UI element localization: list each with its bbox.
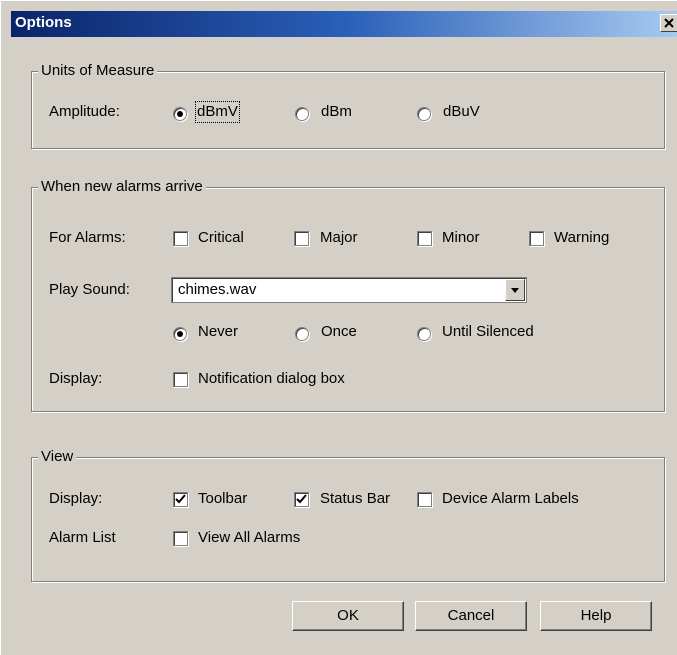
dialog-title: Options xyxy=(15,14,72,31)
view-group-label: View xyxy=(38,448,77,466)
checkbox-major-label[interactable]: Major xyxy=(320,229,358,247)
help-button[interactable]: Help xyxy=(540,601,652,631)
radio-dbmv[interactable] xyxy=(173,107,187,121)
checkbox-notification-label[interactable]: Notification dialog box xyxy=(198,370,345,388)
checkbox-critical-label[interactable]: Critical xyxy=(198,229,244,247)
checkmark-icon xyxy=(296,494,307,504)
radio-once[interactable] xyxy=(295,327,309,341)
checkbox-view-all-alarms[interactable] xyxy=(173,531,188,546)
checkbox-device-alarm-labels[interactable] xyxy=(417,492,432,507)
amplitude-label: Amplitude: xyxy=(49,103,120,120)
sound-file-select[interactable]: chimes.wav xyxy=(171,277,527,303)
radio-dbmv-label[interactable]: dBmV xyxy=(195,101,240,123)
for-alarms-label: For Alarms: xyxy=(49,229,126,246)
radio-never-label[interactable]: Never xyxy=(198,323,238,341)
options-dialog: Options Units of Measure Amplitude: dBmV… xyxy=(0,0,677,655)
radio-until-silenced[interactable] xyxy=(417,327,431,341)
view-group: View xyxy=(31,448,665,582)
radio-once-label[interactable]: Once xyxy=(321,323,357,341)
view-display-label: Display: xyxy=(49,490,103,507)
dropdown-arrow-icon[interactable] xyxy=(505,279,525,301)
alarm-list-label: Alarm List xyxy=(49,529,116,546)
checkbox-view-all-alarms-label[interactable]: View All Alarms xyxy=(198,529,300,547)
alarms-display-label: Display: xyxy=(49,370,103,387)
sound-file-value: chimes.wav xyxy=(178,281,257,298)
radio-until-silenced-label[interactable]: Until Silenced xyxy=(442,323,534,341)
close-icon xyxy=(664,18,674,28)
checkbox-minor-label[interactable]: Minor xyxy=(442,229,480,247)
alarms-group-label: When new alarms arrive xyxy=(38,178,206,196)
checkbox-minor[interactable] xyxy=(417,231,432,246)
checkbox-toolbar-label[interactable]: Toolbar xyxy=(198,490,247,508)
checkbox-device-alarm-labels-label[interactable]: Device Alarm Labels xyxy=(442,490,579,508)
radio-dbuv[interactable] xyxy=(417,107,431,121)
play-sound-label: Play Sound: xyxy=(49,281,130,298)
radio-dbm-label[interactable]: dBm xyxy=(321,103,352,121)
checkbox-toolbar[interactable] xyxy=(173,492,188,507)
close-button[interactable] xyxy=(660,14,677,32)
checkbox-notification-dialog[interactable] xyxy=(173,372,188,387)
checkbox-status-bar[interactable] xyxy=(294,492,309,507)
units-group-label: Units of Measure xyxy=(38,62,158,80)
radio-dbm[interactable] xyxy=(295,107,309,121)
checkbox-warning-label[interactable]: Warning xyxy=(554,229,609,247)
checkbox-status-bar-label[interactable]: Status Bar xyxy=(320,490,390,508)
checkbox-critical[interactable] xyxy=(173,231,188,246)
checkbox-major[interactable] xyxy=(294,231,309,246)
radio-never[interactable] xyxy=(173,327,187,341)
radio-dbuv-label[interactable]: dBuV xyxy=(443,103,480,121)
checkmark-icon xyxy=(175,494,186,504)
cancel-button[interactable]: Cancel xyxy=(415,601,527,631)
title-bar[interactable]: Options xyxy=(11,11,677,37)
checkbox-warning[interactable] xyxy=(529,231,544,246)
ok-button[interactable]: OK xyxy=(292,601,404,631)
